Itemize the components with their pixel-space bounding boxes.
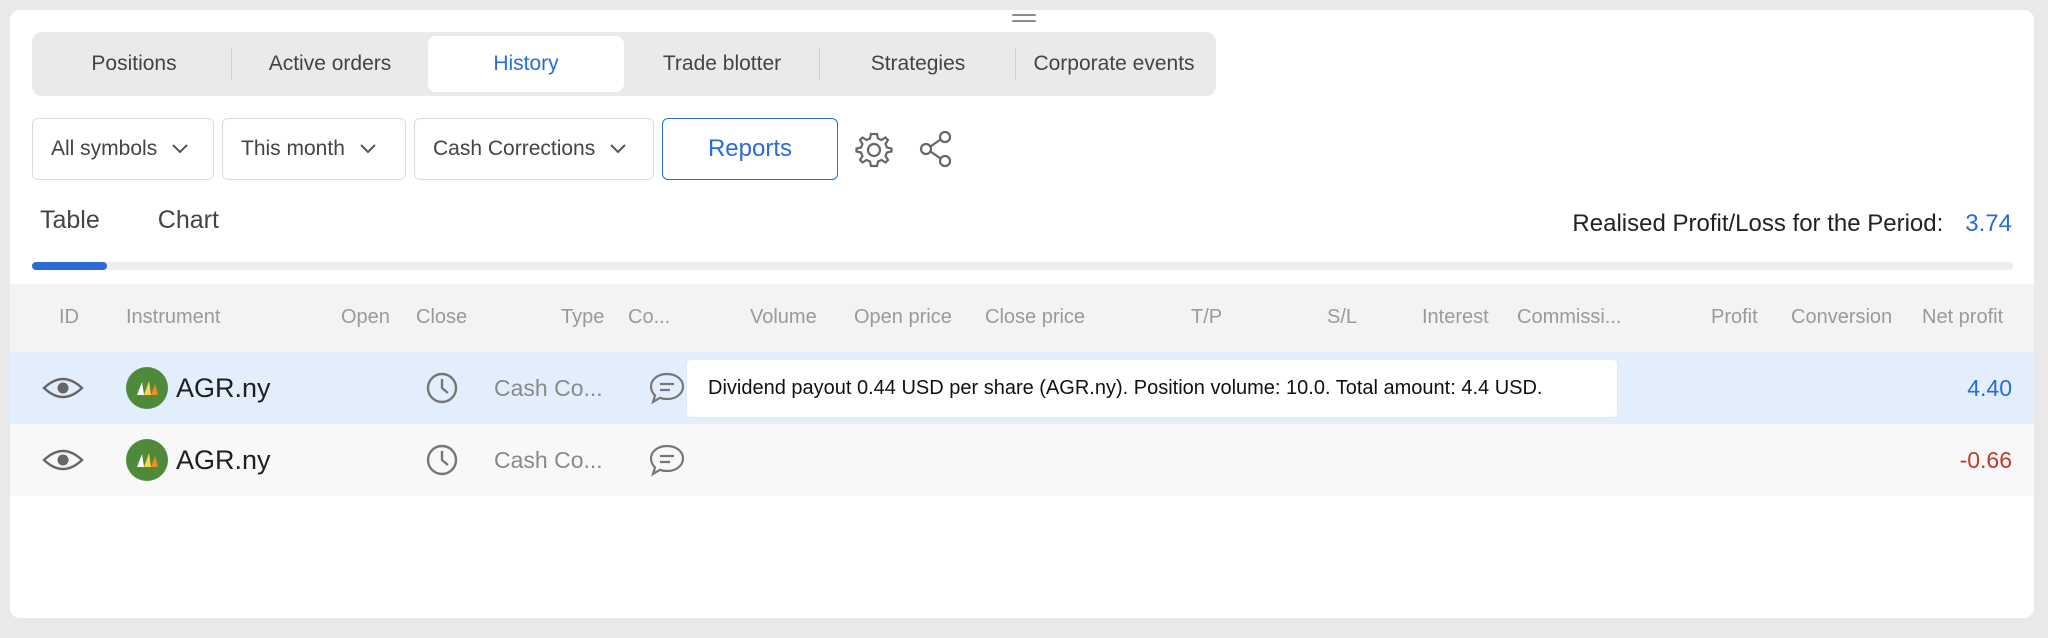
eye-icon[interactable] — [41, 424, 85, 496]
share-icon[interactable] — [910, 123, 962, 175]
column-header-open-price[interactable]: Open price — [854, 306, 952, 329]
tab-corporate-events[interactable]: Corporate events — [1016, 36, 1212, 92]
net-profit-value: -0.66 — [1959, 446, 2012, 473]
column-header-net-profit[interactable]: Net profit — [1922, 306, 2003, 329]
tab-strategies[interactable]: Strategies — [820, 36, 1016, 92]
type-dropdown[interactable]: Cash Corrections — [414, 118, 654, 180]
filter-bar: All symbols This month Cash Corrections … — [32, 118, 962, 180]
column-header-open[interactable]: Open — [341, 306, 390, 329]
view-tabs: Table Chart — [32, 204, 269, 237]
column-header-interest[interactable]: Interest — [1422, 306, 1489, 329]
view-tab-indicator — [32, 262, 107, 270]
tab-history[interactable]: History — [428, 36, 624, 92]
tab-trade-blotter[interactable]: Trade blotter — [624, 36, 820, 92]
column-header-sl[interactable]: S/L — [1327, 306, 1357, 329]
column-header-tp[interactable]: T/P — [1191, 306, 1222, 329]
type-value: Cash Co... — [494, 374, 603, 401]
instrument-name: AGR.ny — [176, 444, 271, 475]
table-row[interactable]: AGR.ny Cash Co... -0.66 — [10, 424, 2034, 496]
symbols-dropdown-label: All symbols — [51, 137, 158, 160]
chevron-down-icon — [172, 144, 188, 154]
net-profit-value: 4.40 — [1967, 374, 2012, 401]
drag-handle-icon[interactable] — [1012, 14, 1036, 23]
net-profit-cell: -0.66 — [1960, 424, 2012, 496]
column-header-id[interactable]: ID — [59, 306, 79, 329]
net-profit-cell: 4.40 — [1967, 352, 2012, 424]
view-tab-indicator-track — [32, 262, 2013, 270]
comment-icon[interactable] — [648, 352, 686, 424]
type-dropdown-label: Cash Corrections — [433, 137, 596, 160]
type-cell: Cash Co... — [494, 424, 603, 496]
column-header-close[interactable]: Close — [416, 306, 467, 329]
period-dropdown-label: This month — [241, 137, 345, 160]
column-header-volume[interactable]: Volume — [750, 306, 817, 329]
column-header-type[interactable]: Type — [561, 306, 604, 329]
tab-chart[interactable]: Chart — [150, 204, 227, 237]
realised-pl-label: Realised Profit/Loss for the Period: — [1572, 210, 1944, 237]
table-header: ID Instrument Open Close Type Co... Volu… — [10, 284, 2034, 352]
clock-icon — [425, 424, 459, 496]
agr-logo-icon — [126, 367, 168, 409]
tab-bar: Positions Active orders History Trade bl… — [32, 32, 1216, 96]
column-header-profit[interactable]: Profit — [1711, 306, 1758, 329]
chevron-down-icon — [610, 144, 626, 154]
agr-logo-icon — [126, 439, 168, 481]
column-header-instrument[interactable]: Instrument — [126, 306, 220, 329]
column-header-commission[interactable]: Commissi... — [1517, 306, 1621, 329]
comment-tooltip: Dividend payout 0.44 USD per share (AGR.… — [687, 360, 1617, 417]
comment-icon[interactable] — [648, 424, 686, 496]
reports-button[interactable]: Reports — [662, 118, 838, 180]
eye-icon[interactable] — [41, 352, 85, 424]
column-header-close-price[interactable]: Close price — [985, 306, 1085, 329]
instrument-name: AGR.ny — [176, 372, 271, 403]
type-value: Cash Co... — [494, 446, 603, 473]
instrument-cell[interactable]: AGR.ny — [126, 424, 271, 496]
tab-table[interactable]: Table — [32, 204, 108, 237]
period-dropdown[interactable]: This month — [222, 118, 406, 180]
type-cell: Cash Co... — [494, 352, 603, 424]
tab-positions[interactable]: Positions — [36, 36, 232, 92]
realised-pl-summary: Realised Profit/Loss for the Period: 3.7… — [1572, 210, 2012, 238]
realised-pl-value: 3.74 — [1965, 210, 2012, 237]
clock-icon — [425, 352, 459, 424]
instrument-cell[interactable]: AGR.ny — [126, 352, 271, 424]
tab-active-orders[interactable]: Active orders — [232, 36, 428, 92]
column-header-conversion[interactable]: Conversion — [1791, 306, 1892, 329]
column-header-comment[interactable]: Co... — [628, 306, 670, 329]
chevron-down-icon — [360, 144, 376, 154]
symbols-dropdown[interactable]: All symbols — [32, 118, 214, 180]
gear-icon[interactable] — [848, 123, 900, 175]
